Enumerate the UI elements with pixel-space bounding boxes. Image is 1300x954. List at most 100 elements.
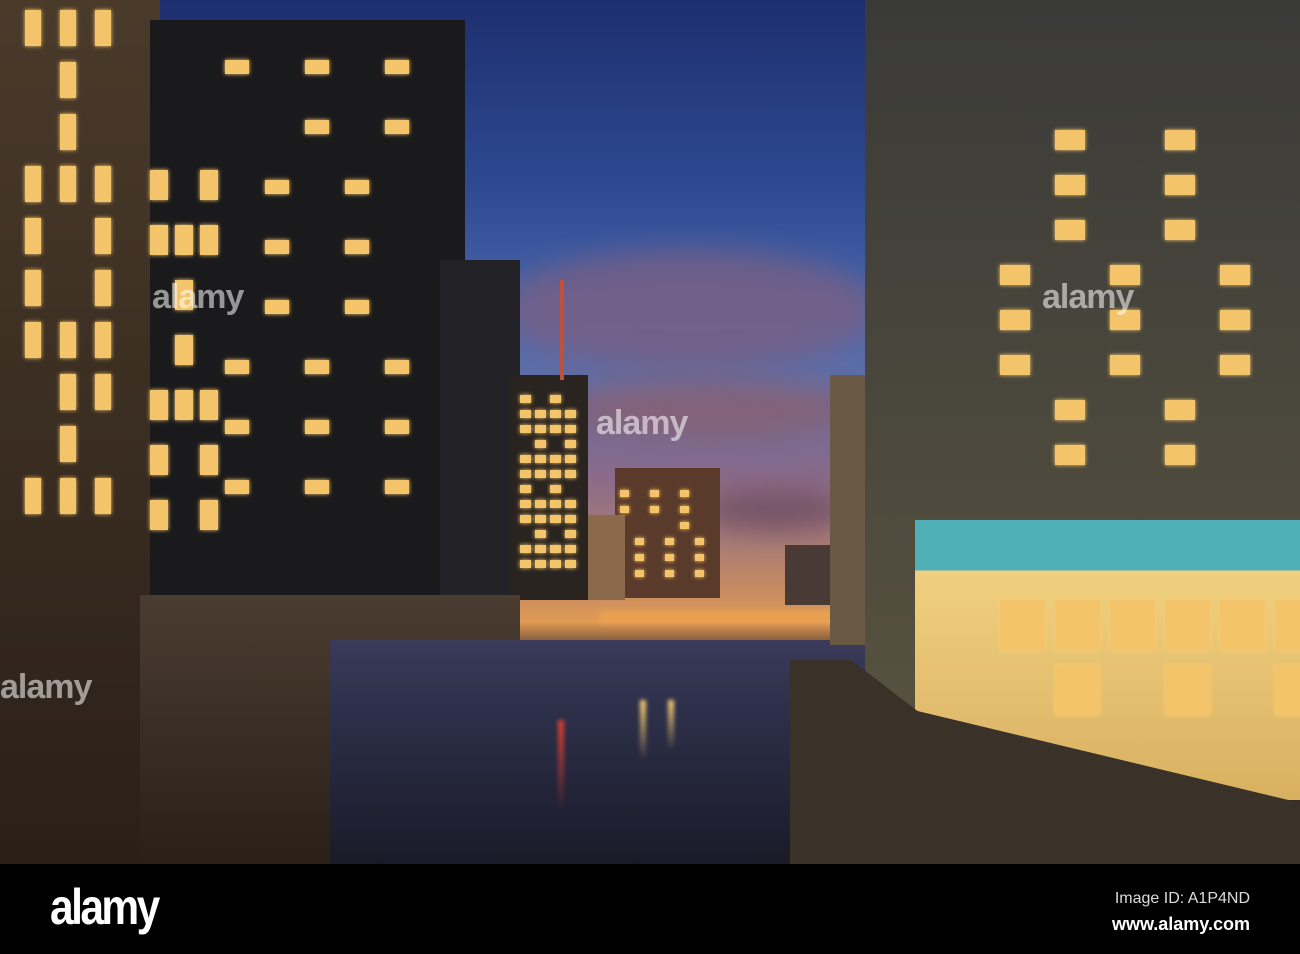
window <box>95 166 111 202</box>
left-stone-building <box>0 0 160 864</box>
window <box>305 480 329 494</box>
window <box>635 538 644 545</box>
window <box>1220 600 1265 650</box>
window <box>200 445 218 475</box>
window <box>1220 265 1250 285</box>
window <box>385 60 409 74</box>
light-reflection <box>558 720 564 810</box>
window <box>225 420 249 434</box>
window <box>1055 220 1085 240</box>
window <box>1220 355 1250 375</box>
window <box>535 440 546 448</box>
window <box>1055 130 1085 150</box>
window <box>550 545 561 553</box>
light-reflection <box>668 700 674 750</box>
watermark-tile: alamy <box>152 278 244 316</box>
window <box>1165 600 1210 650</box>
window <box>695 554 704 561</box>
window <box>25 10 41 46</box>
window <box>1055 445 1085 465</box>
window <box>1055 665 1100 715</box>
window <box>1110 355 1140 375</box>
window <box>520 500 531 508</box>
window <box>265 180 289 194</box>
window <box>225 480 249 494</box>
window <box>550 410 561 418</box>
window <box>1055 175 1085 195</box>
window <box>535 425 546 433</box>
window <box>225 60 249 74</box>
site-url: www.alamy.com <box>1111 914 1250 934</box>
window <box>200 225 218 255</box>
window <box>200 390 218 420</box>
window <box>620 506 629 513</box>
window <box>695 570 704 577</box>
window <box>550 470 561 478</box>
window <box>25 478 41 514</box>
window <box>1055 400 1085 420</box>
window <box>175 225 193 255</box>
window <box>150 170 168 200</box>
distant-tower <box>615 468 720 598</box>
window <box>565 545 576 553</box>
window <box>385 120 409 134</box>
window <box>1220 310 1250 330</box>
window <box>520 560 531 568</box>
window <box>60 374 76 410</box>
window <box>95 374 111 410</box>
window <box>565 440 576 448</box>
window <box>665 538 674 545</box>
window <box>1000 265 1030 285</box>
window <box>60 166 76 202</box>
window <box>1275 665 1300 715</box>
window <box>150 500 168 530</box>
window <box>60 114 76 150</box>
window <box>520 545 531 553</box>
light-reflection <box>640 700 646 760</box>
window <box>345 180 369 194</box>
window <box>1165 130 1195 150</box>
window <box>265 300 289 314</box>
window <box>620 490 629 497</box>
window <box>680 506 689 513</box>
footbridge <box>600 614 860 620</box>
window <box>520 515 531 523</box>
window <box>60 322 76 358</box>
window <box>95 218 111 254</box>
window <box>520 470 531 478</box>
window <box>1000 600 1045 650</box>
window <box>520 425 531 433</box>
window <box>200 500 218 530</box>
window <box>550 425 561 433</box>
window <box>535 515 546 523</box>
cloud <box>700 490 850 530</box>
window <box>1165 665 1210 715</box>
window <box>95 270 111 306</box>
watermark-tile: alamy <box>596 404 688 442</box>
photo-canal-city-dusk: alamy alamy alamy alamy <box>0 0 1300 864</box>
window <box>535 545 546 553</box>
window <box>665 554 674 561</box>
watermark-tile: alamy <box>1042 278 1134 316</box>
window <box>1055 600 1100 650</box>
image-id: Image ID: A1P4ND <box>1114 890 1250 907</box>
window <box>150 390 168 420</box>
window <box>25 218 41 254</box>
window <box>60 478 76 514</box>
window <box>635 570 644 577</box>
window <box>520 395 531 403</box>
window <box>60 10 76 46</box>
window <box>565 425 576 433</box>
window <box>225 360 249 374</box>
window <box>305 120 329 134</box>
window <box>200 170 218 200</box>
crane <box>560 280 564 380</box>
window <box>550 500 561 508</box>
window <box>265 240 289 254</box>
window <box>305 360 329 374</box>
window <box>1000 310 1030 330</box>
window <box>1110 600 1155 650</box>
watermark-bar <box>0 864 1300 954</box>
window <box>25 270 41 306</box>
window <box>550 455 561 463</box>
